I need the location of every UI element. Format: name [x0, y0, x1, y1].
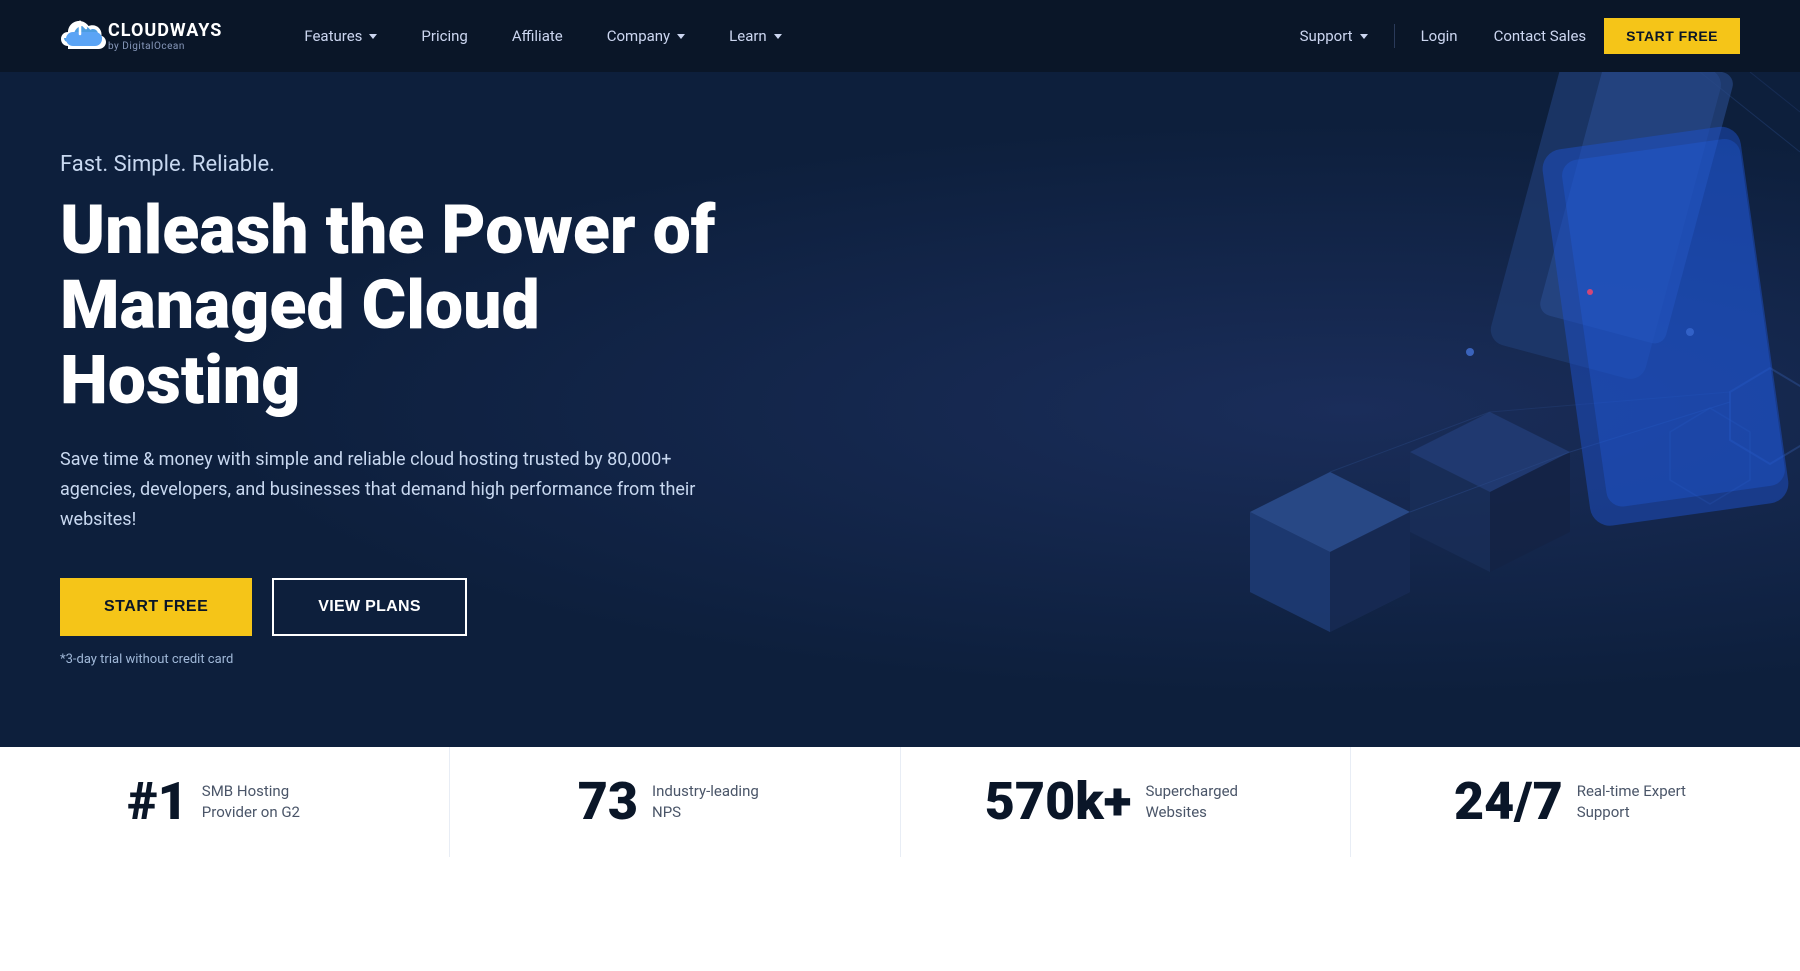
chevron-down-icon: [1360, 34, 1368, 39]
nav-divider: [1394, 24, 1395, 48]
nav-contact-sales[interactable]: Contact Sales: [1476, 0, 1605, 72]
hero-start-free-button[interactable]: START FREE: [60, 578, 252, 636]
stat-label-nps: Industry-leading NPS: [652, 781, 772, 823]
brand-tagline: by DigitalOcean: [108, 41, 222, 52]
chevron-down-icon: [369, 34, 377, 39]
nav-start-free-button[interactable]: START FREE: [1604, 18, 1740, 54]
logo[interactable]: CLOUDWAYS by DigitalOcean: [60, 18, 222, 54]
navbar: CLOUDWAYS by DigitalOcean Features Prici…: [0, 0, 1800, 72]
nav-right: Support Login Contact Sales START FREE: [1282, 0, 1740, 72]
nav-links: Features Pricing Affiliate Company Learn: [282, 0, 1281, 72]
nav-login[interactable]: Login: [1403, 0, 1476, 72]
stat-number-smb: #1: [127, 776, 187, 828]
chevron-down-icon: [677, 34, 685, 39]
nav-pricing[interactable]: Pricing: [399, 0, 489, 72]
cloudways-logo-icon: [60, 18, 108, 54]
nav-learn[interactable]: Learn: [707, 0, 804, 72]
nav-company[interactable]: Company: [585, 0, 707, 72]
stat-number-websites: 570k+: [985, 776, 1132, 828]
stat-smb: #1 SMB Hosting Provider on G2: [0, 747, 450, 857]
stat-support: 24/7 Real-time Expert Support: [1351, 747, 1800, 857]
stat-label-support: Real-time Expert Support: [1577, 781, 1697, 823]
stat-number-nps: 73: [578, 776, 638, 828]
chevron-down-icon: [774, 34, 782, 39]
stats-bar: #1 SMB Hosting Provider on G2 73 Industr…: [0, 747, 1800, 857]
brand-name: CLOUDWAYS: [108, 20, 222, 41]
stat-number-support: 24/7: [1454, 776, 1563, 828]
hero-tagline: Fast. Simple. Reliable.: [60, 152, 720, 177]
stat-nps: 73 Industry-leading NPS: [450, 747, 900, 857]
hero-section: Fast. Simple. Reliable. Unleash the Powe…: [0, 72, 1800, 747]
stat-websites: 570k+ Supercharged Websites: [901, 747, 1351, 857]
hero-view-plans-button[interactable]: VIEW PLANS: [272, 578, 467, 636]
stat-label-smb: SMB Hosting Provider on G2: [202, 781, 322, 823]
hero-description: Save time & money with simple and reliab…: [60, 445, 720, 534]
hero-title: Unleash the Power of Managed Cloud Hosti…: [60, 193, 720, 417]
stat-label-websites: Supercharged Websites: [1145, 781, 1265, 823]
hero-content: Fast. Simple. Reliable. Unleash the Powe…: [0, 72, 780, 747]
hero-trial-note: *3-day trial without credit card: [60, 652, 720, 667]
nav-affiliate[interactable]: Affiliate: [490, 0, 585, 72]
nav-features[interactable]: Features: [282, 0, 399, 72]
hero-buttons: START FREE VIEW PLANS: [60, 578, 720, 636]
nav-support[interactable]: Support: [1282, 0, 1386, 72]
